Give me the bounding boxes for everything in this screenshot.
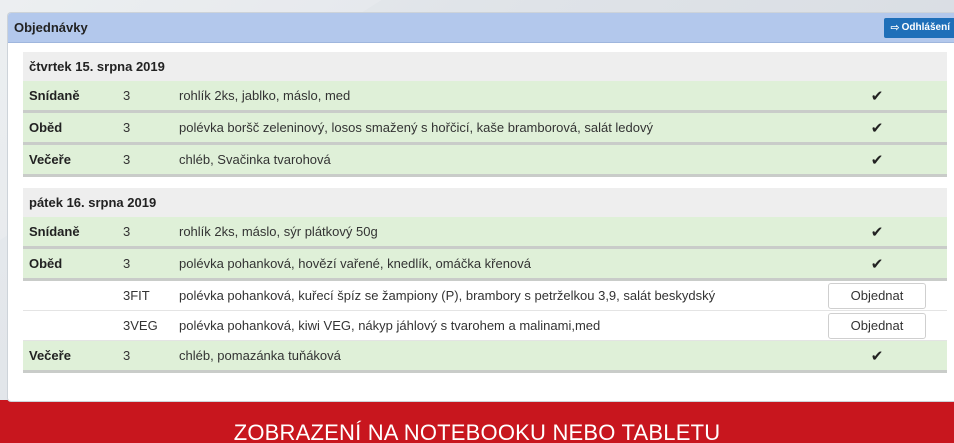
meal-name: Večeře — [23, 143, 113, 177]
meal-description: polévka pohanková, kuřecí špíz se žampio… — [177, 279, 807, 311]
menu-row: Večeře 3 chléb, pomazánka tuňáková ✔ — [23, 340, 947, 373]
menu-option-row: 3VEG polévka pohanková, kiwi VEG, nákyp … — [23, 310, 947, 341]
day-header: pátek 16. srpna 2019 — [23, 188, 947, 217]
day-header: čtvrtek 15. srpna 2019 — [23, 52, 947, 81]
day-label: čtvrtek 15. srpna 2019 — [23, 52, 947, 81]
meal-name: Snídaně — [23, 217, 113, 249]
menu-row: Snídaně 3 rohlík 2ks, jablko, máslo, med… — [23, 81, 947, 113]
meal-code: 3 — [113, 340, 177, 373]
day-label: pátek 16. srpna 2019 — [23, 188, 947, 217]
check-icon: ✔ — [870, 151, 884, 169]
meal-name: Snídaně — [23, 81, 113, 113]
meal-code: 3VEG — [113, 310, 177, 341]
menu-row: Oběd 3 polévka boršč zeleninový, losos s… — [23, 111, 947, 145]
meal-description: chléb, Svačinka tvarohová — [177, 143, 807, 177]
meal-code: 3 — [113, 217, 177, 249]
meal-name — [23, 279, 113, 311]
meal-description: rohlík 2ks, jablko, máslo, med — [177, 81, 807, 113]
menu-row: Snídaně 3 rohlík 2ks, máslo, sýr plátkov… — [23, 217, 947, 249]
meal-description: polévka boršč zeleninový, losos smažený … — [177, 111, 807, 145]
order-button[interactable]: Objednat — [828, 282, 926, 309]
order-button[interactable]: Objednat — [828, 312, 926, 339]
check-icon: ✔ — [870, 223, 884, 241]
meal-code: 3FIT — [113, 279, 177, 311]
logout-label: Odhlášení — [901, 22, 950, 33]
menu-option-row: 3FIT polévka pohanková, kuřecí špíz se ž… — [23, 279, 947, 311]
meal-description: polévka pohanková, kiwi VEG, nákyp jáhlo… — [177, 310, 807, 341]
menu-table: čtvrtek 15. srpna 2019 Snídaně 3 rohlík … — [23, 52, 947, 373]
logout-button[interactable]: ⇨ Odhlášení — [884, 17, 954, 38]
check-icon: ✔ — [870, 119, 884, 137]
meal-name: Večeře — [23, 340, 113, 373]
check-icon: ✔ — [870, 255, 884, 273]
menu-row: Večeře 3 chléb, Svačinka tvarohová ✔ — [23, 143, 947, 177]
day-spacer — [23, 175, 947, 188]
panel-header: Objednávky ⇨ Odhlášení — [8, 13, 954, 43]
check-icon: ✔ — [870, 87, 884, 105]
view-mode-banner: ZOBRAZENÍ NA NOTEBOOKU NEBO TABLETU — [233, 420, 721, 443]
meal-name: Oběd — [23, 111, 113, 145]
panel-title: Objednávky — [14, 20, 88, 35]
meal-code: 3 — [113, 81, 177, 113]
meal-name — [23, 310, 113, 341]
meal-description: chléb, pomazánka tuňáková — [177, 340, 807, 373]
meal-code: 3 — [113, 111, 177, 145]
meal-description: rohlík 2ks, máslo, sýr plátkový 50g — [177, 217, 807, 249]
check-icon: ✔ — [870, 347, 884, 365]
menu-row: Oběd 3 polévka pohanková, hovězí vařené,… — [23, 247, 947, 281]
meal-code: 3 — [113, 247, 177, 281]
meal-code: 3 — [113, 143, 177, 177]
meal-description: polévka pohanková, hovězí vařené, knedlí… — [177, 247, 807, 281]
meal-name: Oběd — [23, 247, 113, 281]
sign-out-icon: ⇨ — [890, 22, 900, 34]
